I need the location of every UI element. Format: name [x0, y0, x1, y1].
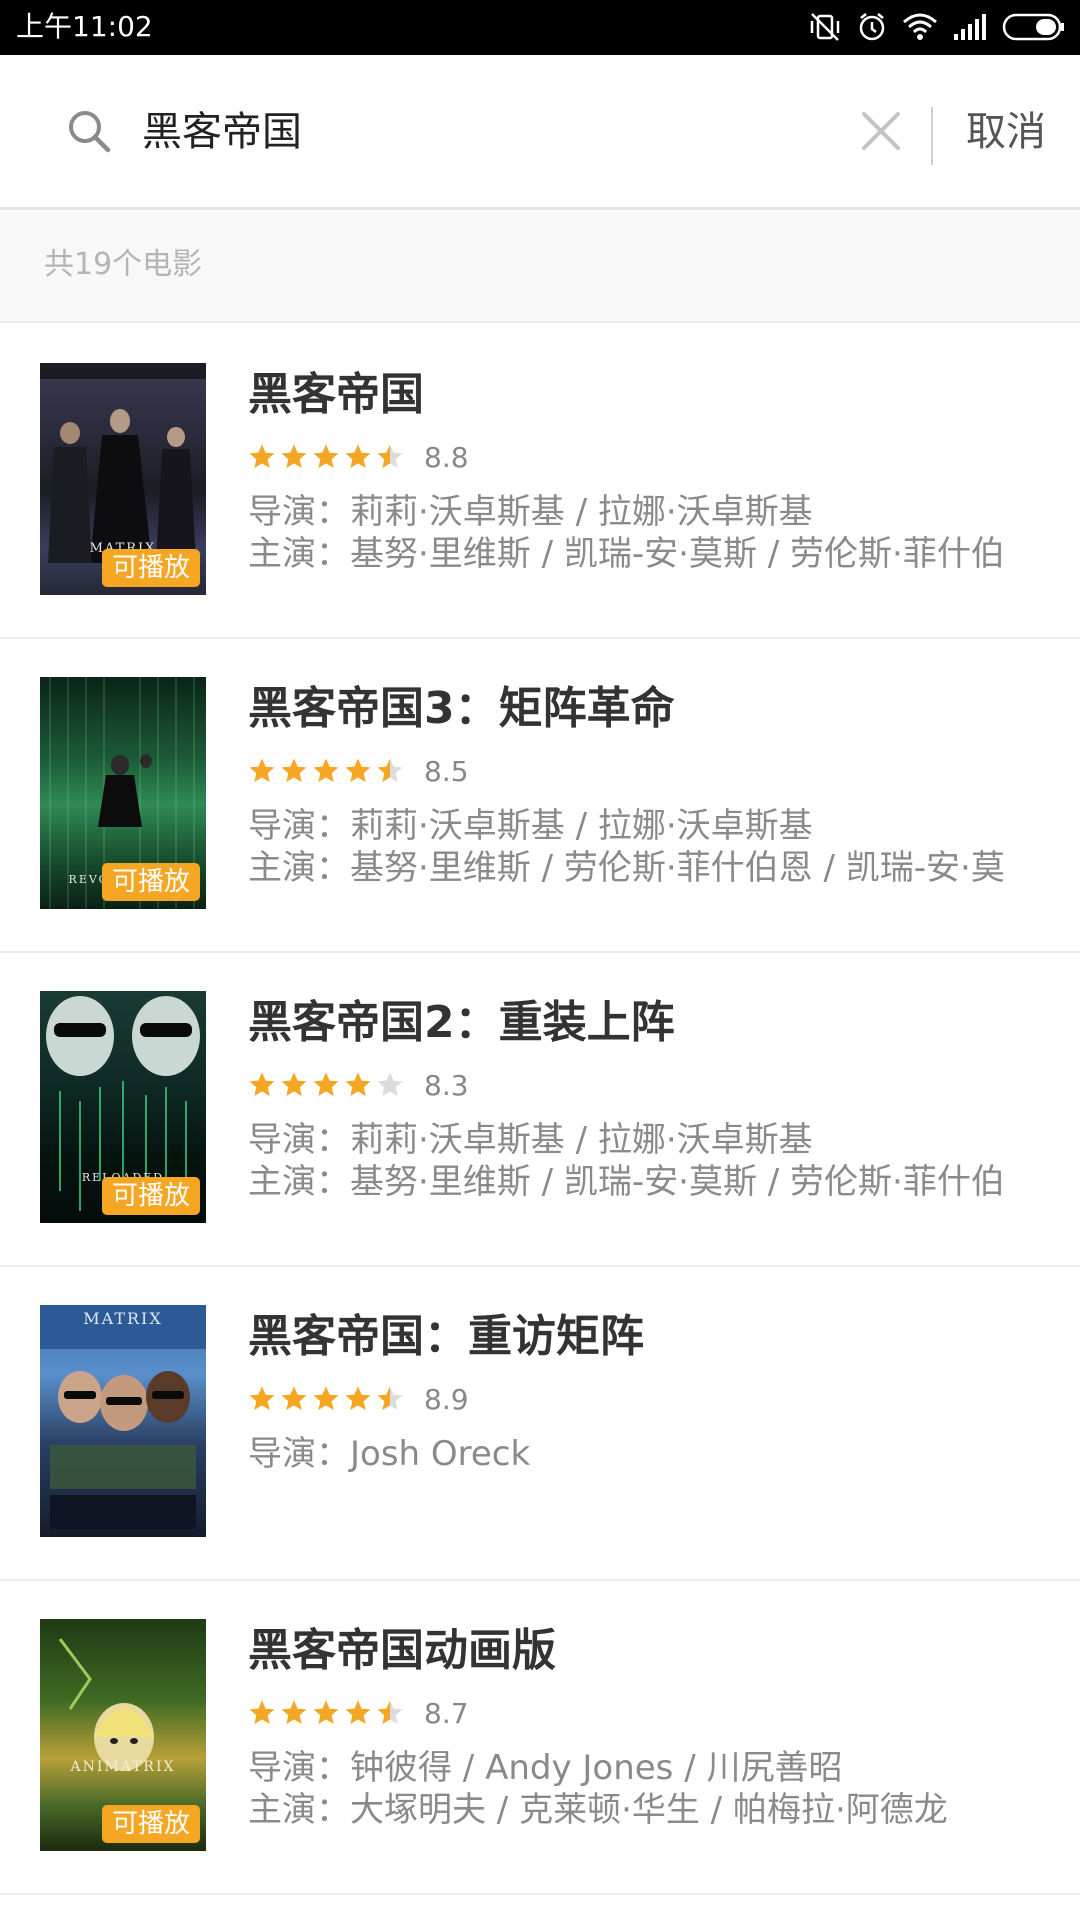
signal-icon — [954, 14, 986, 40]
movie-score: 8.9 — [424, 1382, 469, 1416]
movie-rating: 8.8 — [248, 439, 1048, 475]
movie-credits: 导演：莉莉·沃卓斯基 / 拉娜·沃卓斯基 主演：基努·里维斯 / 凯瑞-安·莫斯… — [248, 491, 1048, 575]
search-divider — [931, 107, 933, 165]
movie-title[interactable]: 黑客帝国2：重装上阵 — [248, 993, 1048, 1053]
movie-poster[interactable]: MATRIX 可播放 — [40, 363, 206, 595]
movie-info: 黑客帝国动画版 8.7 导演：钟彼得 / Andy Jones / 川尻善昭 主… — [248, 1621, 1048, 1831]
star-full-icon — [345, 1072, 371, 1096]
movie-score: 8.8 — [424, 440, 469, 474]
star-half-icon — [377, 444, 403, 468]
movie-item[interactable]: REVOLUTIONS 可播放 黑客帝国3：矩阵革命 8.5 导演：莉莉·沃卓斯… — [0, 639, 1080, 953]
star-full-icon — [313, 1072, 339, 1096]
movie-item[interactable]: ANIMATRIX 可播放 黑客帝国动画版 8.7 导演：钟彼得 / Andy … — [0, 1581, 1080, 1895]
movie-director: 导演：莉莉·沃卓斯基 / 拉娜·沃卓斯基 — [248, 492, 813, 532]
movie-rating: 8.9 — [248, 1381, 1048, 1417]
movie-credits: 导演：Josh Oreck — [248, 1433, 1048, 1475]
movie-poster[interactable]: REVOLUTIONS 可播放 — [40, 677, 206, 909]
movie-info: 黑客帝国2：重装上阵 8.3 导演：莉莉·沃卓斯基 / 拉娜·沃卓斯基 主演：基… — [248, 993, 1048, 1203]
movie-director: 导演：Josh Oreck — [248, 1434, 531, 1474]
search-icon — [69, 111, 111, 153]
playable-badge: 可播放 — [101, 1805, 200, 1843]
star-full-icon — [345, 1700, 371, 1724]
star-full-icon — [249, 758, 275, 782]
star-full-icon — [313, 444, 339, 468]
movie-director: 导演：莉莉·沃卓斯基 / 拉娜·沃卓斯基 — [248, 1120, 813, 1160]
movie-title[interactable]: 黑客帝国 — [248, 365, 1048, 425]
star-rating — [248, 1699, 404, 1727]
movie-cast: 主演：基努·里维斯 / 凯瑞-安·莫斯 / 劳伦斯·菲什伯 — [248, 534, 1005, 574]
star-full-icon — [281, 758, 307, 782]
star-full-icon — [281, 1072, 307, 1096]
star-full-icon — [281, 1700, 307, 1724]
status-time: 上午11:02 — [16, 10, 153, 43]
playable-badge: 可播放 — [101, 549, 200, 587]
search-bar: 黑客帝国 取消 — [0, 55, 1080, 210]
star-full-icon — [345, 1386, 371, 1410]
star-full-icon — [249, 1386, 275, 1410]
result-count-row: 共19个电影 — [0, 213, 1080, 323]
movie-info: 黑客帝国 8.8 导演：莉莉·沃卓斯基 / 拉娜·沃卓斯基 主演：基努·里维斯 … — [248, 365, 1048, 575]
star-full-icon — [281, 1386, 307, 1410]
star-full-icon — [249, 444, 275, 468]
star-empty-icon — [377, 1072, 403, 1096]
movie-poster[interactable]: RELOADED 可播放 — [40, 991, 206, 1223]
star-full-icon — [313, 1386, 339, 1410]
star-half-icon — [377, 1700, 403, 1724]
playable-badge: 可播放 — [101, 863, 200, 901]
movie-score: 8.5 — [424, 754, 469, 788]
movie-director: 导演：钟彼得 / Andy Jones / 川尻善昭 — [248, 1748, 843, 1788]
movie-item[interactable]: MATRIX 可播放 黑客帝国 8.8 导演：莉莉·沃卓斯基 / 拉娜·沃卓斯基… — [0, 325, 1080, 639]
movie-item[interactable]: RELOADED 可播放 黑客帝国2：重装上阵 8.3 导演：莉莉·沃卓斯基 /… — [0, 953, 1080, 1267]
poster-title-text: MATRIX — [83, 1309, 163, 1328]
poster-title-text: ANIMATRIX — [70, 1759, 176, 1775]
movie-title[interactable]: 黑客帝国动画版 — [248, 1621, 1048, 1681]
star-rating — [248, 443, 404, 471]
movie-cast: 主演：基努·里维斯 / 劳伦斯·菲什伯恩 / 凯瑞-安·莫 — [248, 848, 1005, 888]
status-icons — [808, 9, 1066, 45]
movie-credits: 导演：钟彼得 / Andy Jones / 川尻善昭 主演：大塚明夫 / 克莱顿… — [248, 1747, 1048, 1831]
movie-poster[interactable]: ANIMATRIX 可播放 — [40, 1619, 206, 1851]
battery-icon — [1002, 13, 1064, 41]
alarm-icon — [859, 13, 885, 41]
movie-list: MATRIX 可播放 黑客帝国 8.8 导演：莉莉·沃卓斯基 / 拉娜·沃卓斯基… — [0, 325, 1080, 1895]
movie-credits: 导演：莉莉·沃卓斯基 / 拉娜·沃卓斯基 主演：基努·里维斯 / 凯瑞-安·莫斯… — [248, 1119, 1048, 1203]
movie-cast: 主演：大塚明夫 / 克莱顿·华生 / 帕梅拉·阿德龙 — [248, 1790, 948, 1830]
movie-info: 黑客帝国3：矩阵革命 8.5 导演：莉莉·沃卓斯基 / 拉娜·沃卓斯基 主演：基… — [248, 679, 1048, 889]
star-half-icon — [377, 758, 403, 782]
star-full-icon — [281, 444, 307, 468]
star-full-icon — [249, 1700, 275, 1724]
movie-title[interactable]: 黑客帝国：重访矩阵 — [248, 1307, 1048, 1367]
movie-info: 黑客帝国：重访矩阵 8.9 导演：Josh Oreck — [248, 1307, 1048, 1475]
poster-figures — [40, 1305, 206, 1529]
movie-score: 8.3 — [424, 1068, 469, 1102]
close-icon[interactable] — [858, 108, 904, 154]
movie-cast: 主演：基努·里维斯 / 凯瑞-安·莫斯 / 劳伦斯·菲什伯 — [248, 1162, 1005, 1202]
movie-rating: 8.3 — [248, 1067, 1048, 1103]
movie-score: 8.7 — [424, 1696, 469, 1730]
movie-title[interactable]: 黑客帝国3：矩阵革命 — [248, 679, 1048, 739]
status-bar: 上午11:02 — [0, 0, 1080, 55]
star-rating — [248, 757, 404, 785]
star-full-icon — [345, 758, 371, 782]
star-rating — [248, 1071, 404, 1099]
movie-rating: 8.5 — [248, 753, 1048, 789]
playable-badge: 可播放 — [101, 1177, 200, 1215]
wifi-icon — [903, 13, 937, 40]
search-input[interactable]: 黑客帝国 — [142, 105, 302, 159]
star-rating — [248, 1385, 404, 1413]
movie-credits: 导演：莉莉·沃卓斯基 / 拉娜·沃卓斯基 主演：基努·里维斯 / 劳伦斯·菲什伯… — [248, 805, 1048, 889]
star-full-icon — [249, 1072, 275, 1096]
star-half-icon — [377, 1386, 403, 1410]
star-full-icon — [313, 1700, 339, 1724]
star-full-icon — [313, 758, 339, 782]
result-count: 共19个电影 — [44, 247, 203, 282]
cancel-button[interactable]: 取消 — [966, 105, 1046, 159]
star-full-icon — [345, 444, 371, 468]
movie-item[interactable]: MATRIX 黑客帝国：重访矩阵 8.9 导演：Josh Oreck — [0, 1267, 1080, 1581]
vibrate-off-icon — [810, 13, 840, 41]
movie-director: 导演：莉莉·沃卓斯基 / 拉娜·沃卓斯基 — [248, 806, 813, 846]
movie-poster[interactable]: MATRIX — [40, 1305, 206, 1537]
movie-rating: 8.7 — [248, 1695, 1048, 1731]
